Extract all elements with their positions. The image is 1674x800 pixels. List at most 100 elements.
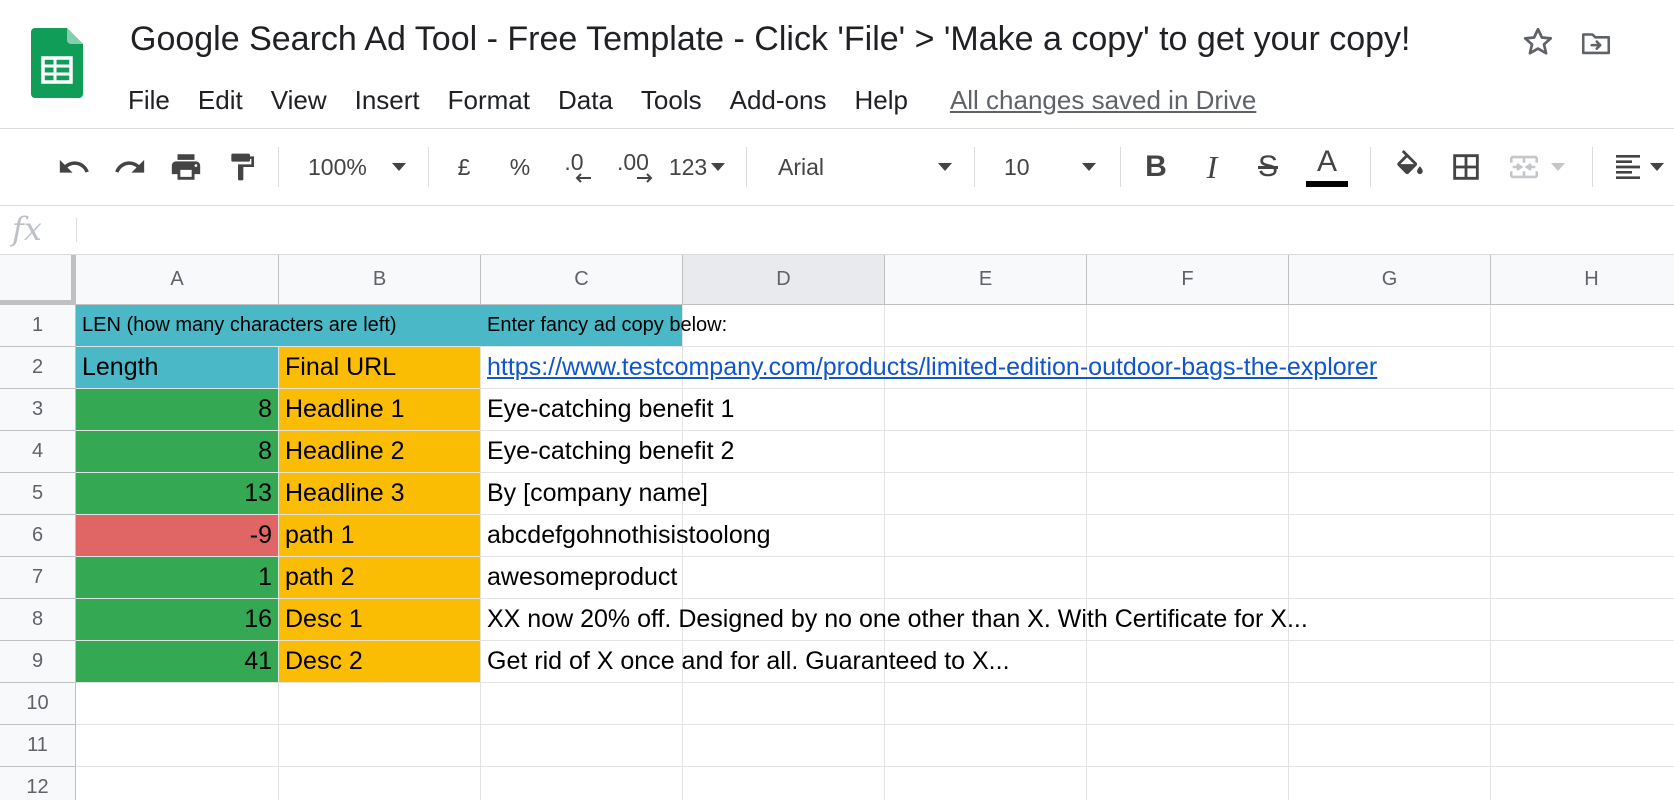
menu-insert[interactable]: Insert xyxy=(355,85,420,116)
empty-cell[interactable] xyxy=(885,725,1087,767)
empty-cell[interactable] xyxy=(1289,431,1491,473)
cell-a4[interactable]: 8 xyxy=(76,431,279,473)
row-header-9[interactable]: 9 xyxy=(0,641,76,683)
menu-format[interactable]: Format xyxy=(448,85,530,116)
strikethrough-button[interactable]: S xyxy=(1248,129,1288,205)
cell-a8[interactable]: 16 xyxy=(76,599,279,641)
empty-cell[interactable] xyxy=(279,767,481,800)
document-title[interactable]: Google Search Ad Tool - Free Template - … xyxy=(130,20,1410,59)
empty-cell[interactable] xyxy=(683,683,885,725)
empty-cell[interactable] xyxy=(683,725,885,767)
empty-cell[interactable] xyxy=(76,725,279,767)
zoom-select[interactable]: 100% xyxy=(296,129,412,205)
empty-cell[interactable] xyxy=(1289,557,1491,599)
empty-cell[interactable] xyxy=(1087,767,1289,800)
empty-cell[interactable] xyxy=(76,767,279,800)
google-sheets-logo-icon[interactable] xyxy=(31,28,83,98)
menu-data[interactable]: Data xyxy=(558,85,613,116)
empty-cell[interactable] xyxy=(885,389,1087,431)
column-header-g[interactable]: G xyxy=(1289,255,1491,305)
cell-c9[interactable]: Get rid of X once and for all. Guarantee… xyxy=(481,641,1010,683)
cell-b2[interactable]: Final URL xyxy=(279,347,481,389)
empty-cell[interactable] xyxy=(885,305,1087,347)
menu-view[interactable]: View xyxy=(271,85,327,116)
empty-cell[interactable] xyxy=(1087,305,1289,347)
currency-format-button[interactable]: £ xyxy=(446,129,482,205)
empty-cell[interactable] xyxy=(1491,515,1674,557)
row-header-2[interactable]: 2 xyxy=(0,347,76,389)
menu-file[interactable]: File xyxy=(128,85,170,116)
save-status-link[interactable]: All changes saved in Drive xyxy=(950,85,1256,116)
row-header-5[interactable]: 5 xyxy=(0,473,76,515)
cell-b3[interactable]: Headline 1 xyxy=(279,389,481,431)
row-header-7[interactable]: 7 xyxy=(0,557,76,599)
cell-c6[interactable]: abcdefgohnothisistoolong xyxy=(481,515,771,557)
row-header-10[interactable]: 10 xyxy=(0,683,76,725)
paint-format-button[interactable] xyxy=(222,129,262,205)
empty-cell[interactable] xyxy=(481,725,683,767)
move-to-folder-icon[interactable] xyxy=(1578,26,1614,60)
menu-tools[interactable]: Tools xyxy=(641,85,702,116)
row-header-4[interactable]: 4 xyxy=(0,431,76,473)
empty-cell[interactable] xyxy=(1289,683,1491,725)
row-header-8[interactable]: 8 xyxy=(0,599,76,641)
empty-cell[interactable] xyxy=(1491,389,1674,431)
empty-cell[interactable] xyxy=(481,767,683,800)
increase-decimals-button[interactable]: .00 xyxy=(608,129,658,205)
empty-cell[interactable] xyxy=(885,515,1087,557)
empty-cell[interactable] xyxy=(1289,389,1491,431)
empty-cell[interactable] xyxy=(1087,725,1289,767)
empty-cell[interactable] xyxy=(1289,641,1491,683)
column-header-b[interactable]: B xyxy=(279,255,481,305)
cell-c7[interactable]: awesomeproduct xyxy=(481,557,683,599)
empty-cell[interactable] xyxy=(279,683,481,725)
column-header-a[interactable]: A xyxy=(76,255,279,305)
empty-cell[interactable] xyxy=(279,725,481,767)
cell-c3[interactable]: Eye-catching benefit 1 xyxy=(481,389,734,431)
more-formats-button[interactable]: 123 xyxy=(664,129,730,205)
cell-c4[interactable]: Eye-catching benefit 2 xyxy=(481,431,734,473)
merge-cells-button[interactable] xyxy=(1500,129,1572,205)
empty-cell[interactable] xyxy=(1289,599,1491,641)
row-header-1[interactable]: 1 xyxy=(0,305,76,347)
row-header-3[interactable]: 3 xyxy=(0,389,76,431)
empty-cell[interactable] xyxy=(683,473,885,515)
row-header-11[interactable]: 11 xyxy=(0,725,76,767)
menu-help[interactable]: Help xyxy=(854,85,907,116)
empty-cell[interactable] xyxy=(1289,473,1491,515)
empty-cell[interactable] xyxy=(885,767,1087,800)
empty-cell[interactable] xyxy=(885,431,1087,473)
empty-cell[interactable] xyxy=(1087,557,1289,599)
empty-cell[interactable] xyxy=(1087,431,1289,473)
empty-cell[interactable] xyxy=(1491,725,1674,767)
cell-a1[interactable]: LEN (how many characters are left) xyxy=(76,305,481,347)
cell-a3[interactable]: 8 xyxy=(76,389,279,431)
column-header-f[interactable]: F xyxy=(1087,255,1289,305)
empty-cell[interactable] xyxy=(1289,767,1491,800)
empty-cell[interactable] xyxy=(1491,431,1674,473)
cell-a2[interactable]: Length xyxy=(76,347,279,389)
empty-cell[interactable] xyxy=(1491,347,1674,389)
undo-button[interactable] xyxy=(52,129,96,205)
empty-cell[interactable] xyxy=(1087,683,1289,725)
empty-cell[interactable] xyxy=(1491,599,1674,641)
italic-button[interactable]: I xyxy=(1192,129,1232,205)
horizontal-align-button[interactable] xyxy=(1612,129,1674,205)
bold-button[interactable]: B xyxy=(1136,129,1176,205)
empty-cell[interactable] xyxy=(1491,767,1674,800)
star-icon[interactable] xyxy=(1520,24,1556,60)
cell-c2-url-link[interactable]: https://www.testcompany.com/products/lim… xyxy=(481,347,1377,389)
text-color-button[interactable]: A xyxy=(1304,129,1350,205)
empty-cell[interactable] xyxy=(1491,305,1674,347)
cell-c5[interactable]: By [company name] xyxy=(481,473,708,515)
empty-cell[interactable] xyxy=(1491,557,1674,599)
column-header-h[interactable]: H xyxy=(1491,255,1674,305)
menu-edit[interactable]: Edit xyxy=(198,85,243,116)
borders-button[interactable] xyxy=(1444,129,1488,205)
cell-b5[interactable]: Headline 3 xyxy=(279,473,481,515)
font-size-select[interactable]: 10 xyxy=(994,129,1102,205)
fill-color-button[interactable] xyxy=(1388,129,1432,205)
empty-cell[interactable] xyxy=(1087,641,1289,683)
empty-cell[interactable] xyxy=(683,767,885,800)
empty-cell[interactable] xyxy=(76,683,279,725)
